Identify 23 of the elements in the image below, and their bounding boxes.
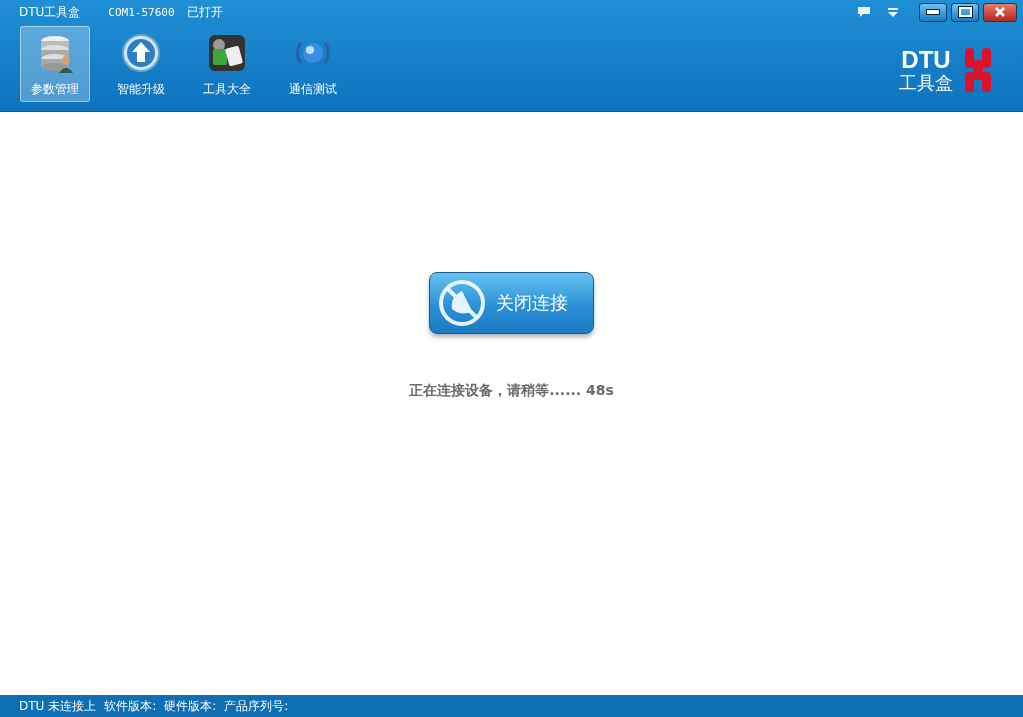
chat-icon[interactable] [857, 6, 871, 18]
maximize-button[interactable] [951, 2, 979, 22]
no-satellite-dish-icon [438, 279, 486, 327]
close-button[interactable] [983, 2, 1017, 22]
toolbar-button[interactable]: 智能升级 [106, 26, 176, 102]
status-text: 产品序列号: [224, 697, 289, 715]
status-text: DTU 未连接上 [19, 697, 97, 715]
minimize-button[interactable] [919, 2, 947, 22]
close-connection-button[interactable]: 关闭连接 [429, 272, 594, 334]
dropdown-icon[interactable] [887, 7, 899, 17]
toolbar-button[interactable]: 工具大全 [192, 26, 262, 102]
logo-subtitle: 工具盒 [899, 74, 953, 92]
status-text: 硬件版本: [164, 697, 217, 715]
logo-icon [963, 46, 993, 94]
port-state: 已打开 [186, 3, 223, 21]
port-label: COM1-57600 [108, 5, 175, 19]
logo-text: DTU [901, 48, 951, 72]
window-title: DTU工具盒 [19, 3, 81, 21]
status-text: 软件版本: [104, 697, 157, 715]
toolbar-button[interactable]: 参数管理 [20, 26, 90, 102]
connection-status-message: 正在连接设备，请稍等...... 48s [409, 382, 614, 400]
toolbar-button[interactable]: 通信测试 [278, 26, 348, 102]
close-icon [994, 7, 1006, 17]
